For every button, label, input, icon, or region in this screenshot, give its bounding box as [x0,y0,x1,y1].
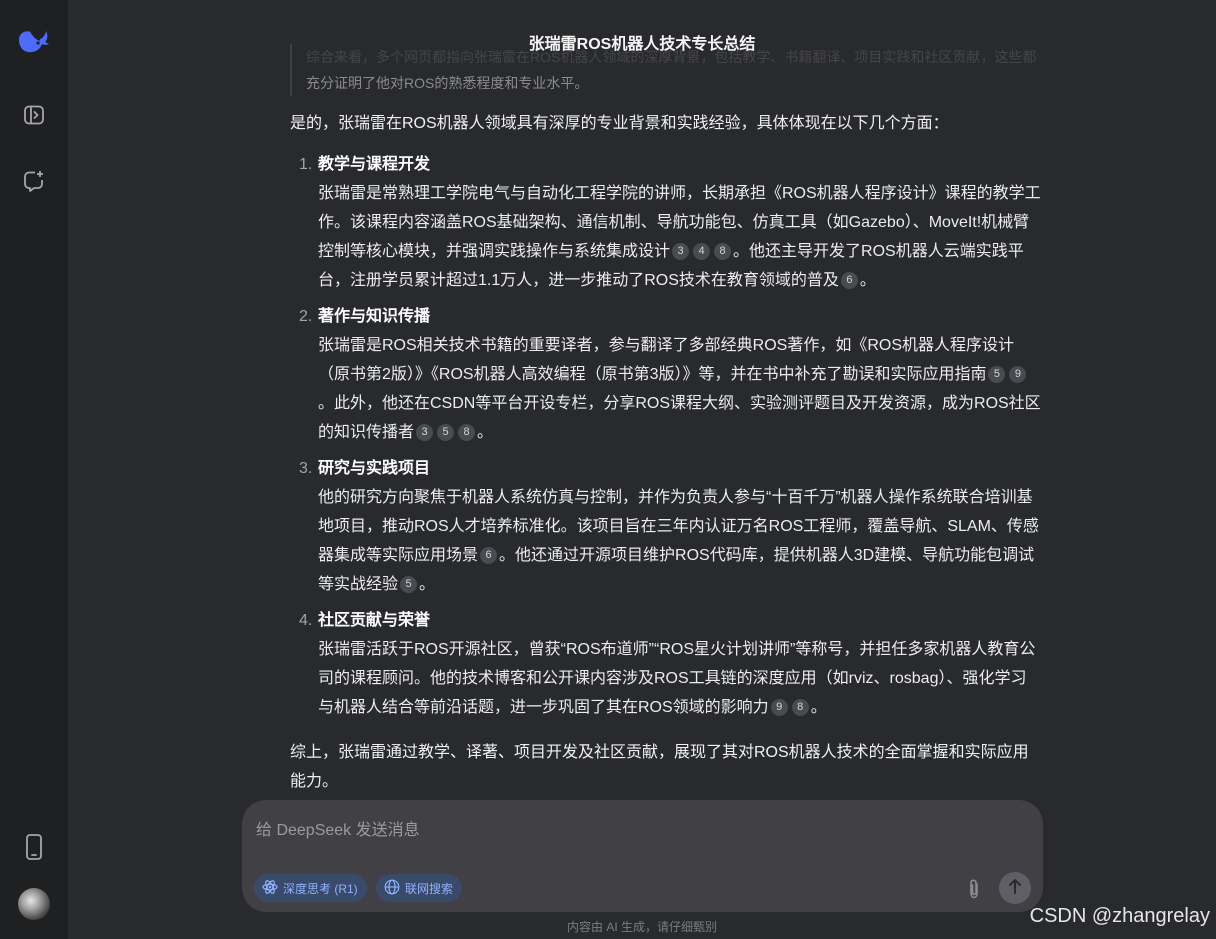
citation-badge[interactable]: 3 [416,424,434,441]
atom-icon [262,879,278,898]
quote-line: 充分证明了他对ROS的熟悉程度和专业水平。 [306,75,589,91]
list-heading: 研究与实践项目 [318,460,431,477]
globe-icon [384,879,400,898]
quote-line: 综合来看，多个网页都指向张瑞雷在ROS机器人领域的深厚背景，包括教学、书籍翻译、… [306,49,1037,65]
list-body: 张瑞雷是ROS相关技术书籍的重要译者，参与翻译了多部经典ROS著作，如《ROS机… [318,331,1042,447]
list-text: 张瑞雷活跃于ROS开源社区，曾获“ROS布道师”“ROS星火计划讲师”等称号，并… [318,641,1036,716]
thinking-quote: 综合来看，多个网页都指向张瑞雷在ROS机器人领域的深厚背景，包括教学、书籍翻译、… [290,44,1042,96]
deep-think-button[interactable]: 深度思考 (R1) [254,874,367,902]
citation-badge[interactable]: 5 [988,366,1006,383]
answer-summary: 综上，张瑞雷通过教学、译著、项目开发及社区贡献，展现了其对ROS机器人技术的全面… [290,744,1029,790]
message-input[interactable]: 给 DeepSeek 发送消息 [256,816,420,840]
answer-list: 1. 教学与课程开发 张瑞雷是常熟理工学院电气与自动化工程学院的讲师，长期承担《… [290,150,1042,722]
list-body: 张瑞雷活跃于ROS开源社区，曾获“ROS布道师”“ROS星火计划讲师”等称号，并… [318,635,1042,722]
list-number: 1. [299,156,313,173]
paperclip-icon[interactable] [961,876,987,902]
list-heading: 社区贡献与荣誉 [318,612,431,629]
watermark: CSDN @zhangrelay [1029,905,1210,927]
deep-think-label: 深度思考 (R1) [283,881,358,896]
citation-badge[interactable]: 4 [693,243,711,260]
list-text: 。 [419,576,436,593]
deepseek-whale-logo-icon[interactable] [16,23,52,59]
answer-intro: 是的，张瑞雷在ROS机器人领域具有深厚的专业背景和实践经验，具体体现在以下几个方… [290,115,949,132]
list-body: 张瑞雷是常熟理工学院电气与自动化工程学院的讲师，长期承担《ROS机器人程序设计》… [318,179,1042,295]
message-composer[interactable]: 给 DeepSeek 发送消息 深度思考 (R1) 联网搜索 [242,800,1043,912]
list-item: 3. 研究与实践项目 他的研究方向聚焦于机器人系统仿真与控制，并作为负责人参与“… [290,454,1042,599]
sidebar-toggle-icon[interactable] [16,97,52,133]
list-number: 2. [299,308,313,325]
list-item: 1. 教学与课程开发 张瑞雷是常熟理工学院电气与自动化工程学院的讲师，长期承担《… [290,150,1042,295]
list-body: 他的研究方向聚焦于机器人系统仿真与控制，并作为负责人参与“十百千万”机器人操作系… [318,483,1042,599]
citation-badge[interactable]: 8 [791,699,809,716]
send-button[interactable] [999,872,1031,904]
citation-badge[interactable]: 9 [770,699,788,716]
citation-badge[interactable]: 5 [400,576,418,593]
chat-content: 综合来看，多个网页都指向张瑞雷在ROS机器人领域的深厚背景，包括教学、书籍翻译、… [290,44,1042,802]
list-text: 。 [859,272,876,289]
avatar[interactable] [18,888,50,920]
list-number: 4. [299,612,313,629]
citation-badge[interactable]: 8 [714,243,732,260]
citation-badge[interactable]: 9 [1009,366,1027,383]
list-item: 2. 著作与知识传播 张瑞雷是ROS相关技术书籍的重要译者，参与翻译了多部经典R… [290,302,1042,447]
list-item: 4. 社区贡献与荣誉 张瑞雷活跃于ROS开源社区，曾获“ROS布道师”“ROS星… [290,606,1042,722]
citation-badge[interactable]: 6 [840,272,858,289]
list-text: 。 [477,424,494,441]
list-number: 3. [299,460,313,477]
web-search-button[interactable]: 联网搜索 [376,874,463,902]
citation-badge[interactable]: 8 [458,424,476,441]
web-search-label: 联网搜索 [405,881,454,896]
new-chat-icon[interactable] [16,163,52,199]
citation-badge[interactable]: 6 [480,547,498,564]
list-heading: 著作与知识传播 [318,308,431,325]
citation-badge[interactable]: 5 [437,424,455,441]
list-text: 。 [810,699,827,716]
list-heading: 教学与课程开发 [318,156,431,173]
list-text: 张瑞雷是ROS相关技术书籍的重要译者，参与翻译了多部经典ROS著作，如《ROS机… [318,337,1015,383]
arrow-up-icon [1007,877,1023,900]
mobile-app-icon[interactable] [16,829,52,865]
sidebar [0,0,68,939]
citation-badge[interactable]: 3 [672,243,690,260]
